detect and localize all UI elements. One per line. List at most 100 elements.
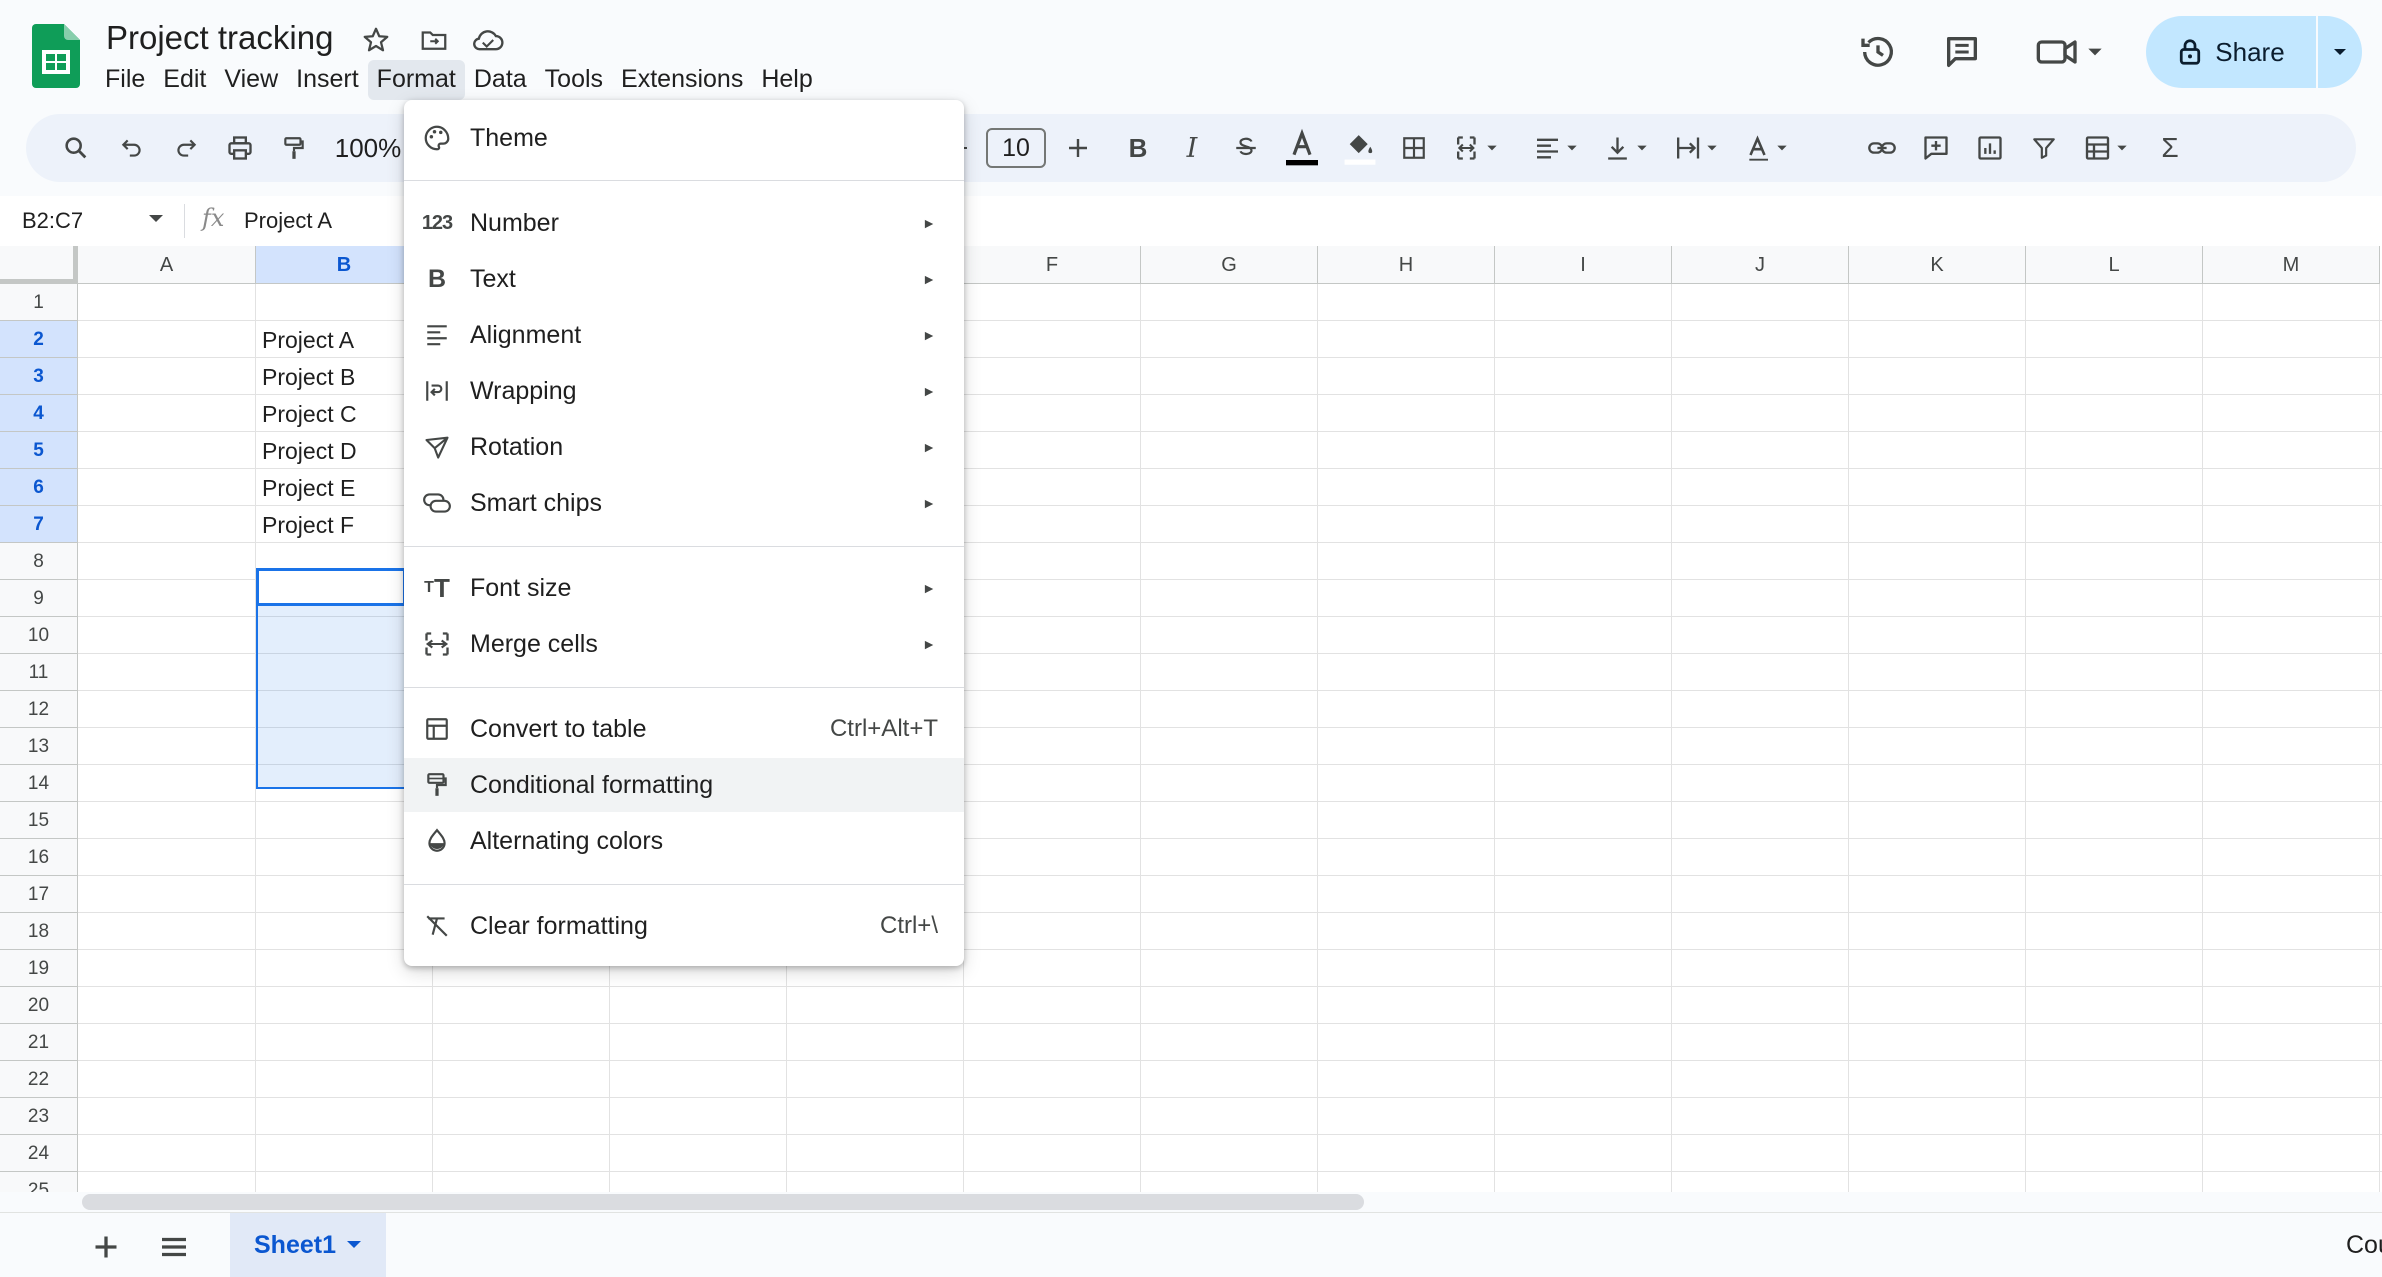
borders-icon[interactable] xyxy=(1392,114,1436,182)
row-header-8[interactable]: 8 xyxy=(0,543,78,580)
menu-item-alternating-colors[interactable]: Alternating colors xyxy=(404,814,964,868)
vertical-align-icon[interactable] xyxy=(1596,114,1660,182)
row-header-12[interactable]: 12 xyxy=(0,691,78,728)
row-header-4[interactable]: 4 xyxy=(0,395,78,432)
column-header-l[interactable]: L xyxy=(2026,246,2203,284)
cell-b3[interactable]: Project B xyxy=(262,359,355,395)
row-header-15[interactable]: 15 xyxy=(0,802,78,839)
row-header-19[interactable]: 19 xyxy=(0,950,78,987)
fill-color-icon[interactable] xyxy=(1336,114,1384,182)
meet-icon[interactable] xyxy=(2030,26,2110,78)
strikethrough-icon[interactable] xyxy=(1224,114,1268,182)
paint-format-icon[interactable] xyxy=(272,114,316,182)
row-header-25[interactable]: 25 xyxy=(0,1172,78,1192)
menu-data[interactable]: Data xyxy=(465,60,536,100)
sheet-tab[interactable]: Sheet1 xyxy=(230,1213,386,1277)
select-all-corner[interactable] xyxy=(0,246,78,284)
row-header-3[interactable]: 3 xyxy=(0,358,78,395)
menu-item-text[interactable]: B Text ► xyxy=(404,252,964,306)
functions-icon[interactable]: Σ xyxy=(2148,114,2192,182)
row-header-23[interactable]: 23 xyxy=(0,1098,78,1135)
insert-comment-icon[interactable] xyxy=(1914,114,1958,182)
row-header-13[interactable]: 13 xyxy=(0,728,78,765)
cell-b2[interactable]: Project A xyxy=(262,322,354,358)
formula-input[interactable]: Project A xyxy=(244,202,332,240)
row-header-18[interactable]: 18 xyxy=(0,913,78,950)
menu-item-smart-chips[interactable]: Smart chips ► xyxy=(404,476,964,530)
menu-item-conditional-formatting[interactable]: Conditional formatting xyxy=(404,758,964,812)
table-views-icon[interactable] xyxy=(2076,114,2140,182)
row-header-17[interactable]: 17 xyxy=(0,876,78,913)
cell-b4[interactable]: Project C xyxy=(262,396,357,432)
menu-item-font-size[interactable]: TT Font size ► xyxy=(404,561,964,615)
text-wrapping-icon[interactable] xyxy=(1666,114,1730,182)
menu-insert[interactable]: Insert xyxy=(287,60,368,100)
row-header-16[interactable]: 16 xyxy=(0,839,78,876)
horizontal-scrollbar[interactable] xyxy=(82,1194,1364,1210)
horizontal-align-icon[interactable] xyxy=(1526,114,1590,182)
menu-file[interactable]: File xyxy=(96,60,154,100)
comments-icon[interactable] xyxy=(1936,26,1988,78)
menu-edit[interactable]: Edit xyxy=(154,60,215,100)
row-header-11[interactable]: 11 xyxy=(0,654,78,691)
column-header-m[interactable]: M xyxy=(2203,246,2380,284)
column-header-i[interactable]: I xyxy=(1495,246,1672,284)
name-box[interactable]: B2:C7 xyxy=(22,202,83,240)
menu-item-alignment[interactable]: Alignment ► xyxy=(404,308,964,362)
zoom-select[interactable]: 100% xyxy=(332,114,404,182)
row-header-5[interactable]: 5 xyxy=(0,432,78,469)
menu-item-rotation[interactable]: Rotation ► xyxy=(404,420,964,474)
version-history-icon[interactable] xyxy=(1852,26,1904,78)
row-header-21[interactable]: 21 xyxy=(0,1024,78,1061)
row-header-24[interactable]: 24 xyxy=(0,1135,78,1172)
cell-b6[interactable]: Project E xyxy=(262,470,355,506)
column-header-h[interactable]: H xyxy=(1318,246,1495,284)
text-rotation-icon[interactable] xyxy=(1736,114,1800,182)
add-sheet-icon[interactable] xyxy=(88,1229,124,1265)
row-header-7[interactable]: 7 xyxy=(0,506,78,543)
text-color-icon[interactable] xyxy=(1278,114,1326,182)
row-header-20[interactable]: 20 xyxy=(0,987,78,1024)
filter-icon[interactable] xyxy=(2022,114,2066,182)
menu-item-wrapping[interactable]: Wrapping ► xyxy=(404,364,964,418)
sheets-logo-icon[interactable] xyxy=(32,24,80,88)
star-icon[interactable] xyxy=(356,20,396,60)
share-dropdown-button[interactable] xyxy=(2318,16,2362,88)
cell-b7[interactable]: Project F xyxy=(262,507,354,543)
font-size-field[interactable]: 10 xyxy=(986,114,1046,182)
row-header-2[interactable]: 2 xyxy=(0,321,78,358)
menu-format[interactable]: Format xyxy=(367,60,465,100)
column-header-g[interactable]: G xyxy=(1141,246,1318,284)
row-header-6[interactable]: 6 xyxy=(0,469,78,506)
menu-view[interactable]: View xyxy=(215,60,287,100)
count-indicator[interactable]: Cou xyxy=(2346,1231,2382,1260)
menu-item-merge-cells[interactable]: Merge cells ► xyxy=(404,617,964,671)
column-header-f[interactable]: F xyxy=(964,246,1141,284)
merge-cells-toolbar-icon[interactable] xyxy=(1446,114,1510,182)
column-header-j[interactable]: J xyxy=(1672,246,1849,284)
redo-icon[interactable] xyxy=(164,114,208,182)
cell-b5[interactable]: Project D xyxy=(262,433,357,469)
column-header-a[interactable]: A xyxy=(78,246,256,284)
undo-icon[interactable] xyxy=(110,114,154,182)
search-menus-icon[interactable] xyxy=(54,114,98,182)
insert-link-icon[interactable] xyxy=(1860,114,1904,182)
menu-tools[interactable]: Tools xyxy=(536,60,612,100)
row-header-14[interactable]: 14 xyxy=(0,765,78,802)
italic-icon[interactable]: I xyxy=(1170,114,1214,182)
row-header-10[interactable]: 10 xyxy=(0,617,78,654)
share-button[interactable]: Share xyxy=(2146,16,2318,88)
menu-item-clear-formatting[interactable]: Clear formatting Ctrl+\ xyxy=(404,899,964,953)
row-header-22[interactable]: 22 xyxy=(0,1061,78,1098)
column-header-k[interactable]: K xyxy=(1849,246,2026,284)
font-size-input[interactable]: 10 xyxy=(986,128,1046,168)
menu-item-number[interactable]: 123 Number ► xyxy=(404,196,964,250)
bold-icon[interactable]: B xyxy=(1116,114,1160,182)
cloud-saved-icon[interactable] xyxy=(468,20,508,60)
active-cell[interactable] xyxy=(256,568,406,606)
spreadsheet-grid[interactable]: ABCDEFGHIJKLM 12345678910111213141516171… xyxy=(0,246,2382,1192)
insert-chart-icon[interactable] xyxy=(1968,114,2012,182)
menu-help[interactable]: Help xyxy=(752,60,821,100)
row-header-9[interactable]: 9 xyxy=(0,580,78,617)
name-box-dropdown-icon[interactable] xyxy=(148,214,164,224)
